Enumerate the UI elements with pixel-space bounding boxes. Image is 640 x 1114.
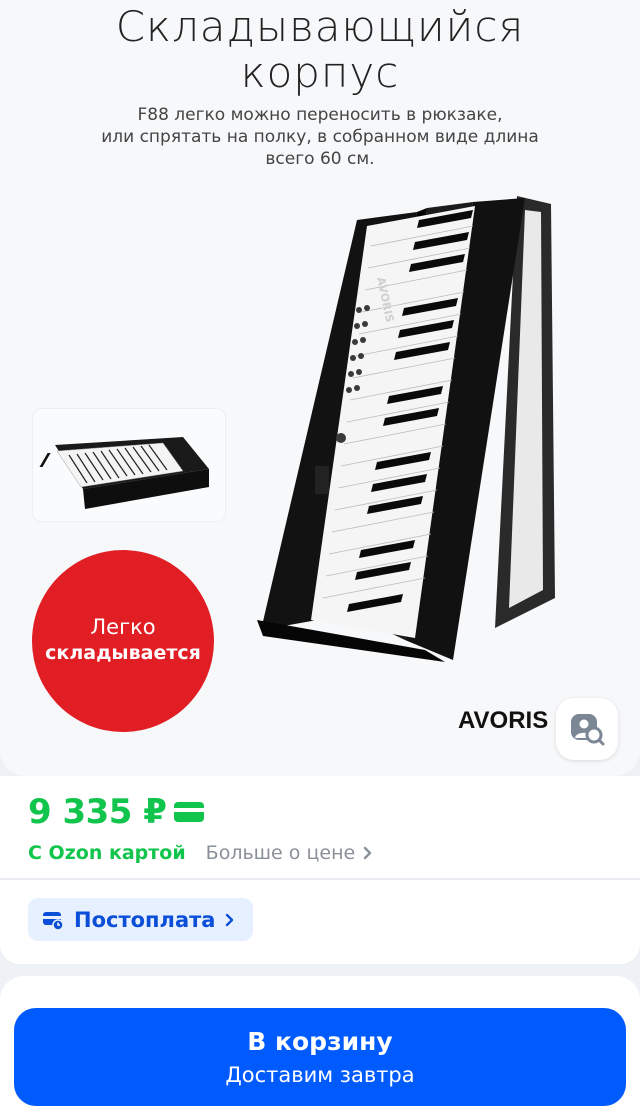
easy-fold-badge: Легко складывается [32,550,214,732]
badge-line2: складывается [45,642,201,664]
add-to-cart-button[interactable]: В корзину Доставим завтра [14,1008,626,1106]
folding-piano-image: AVORIS [257,196,555,662]
small-piano-image [32,408,226,522]
ozon-card-label: С Ozon картой [28,842,186,864]
slide-title-line1: Складывающийся [115,2,525,51]
image-search-button[interactable] [556,698,618,760]
price: 9 335 ₽ [28,792,205,832]
product-image-gallery[interactable]: Складывающийся корпус F88 легко можно пе… [0,0,640,776]
slide-description-line3: всего 60 см. [265,149,375,169]
slide-description-line1: F88 легко можно переносить в рюкзаке, [137,105,503,125]
slide-description: F88 легко можно переносить в рюкзаке, ил… [70,104,570,170]
image-search-icon [571,714,605,746]
postpay-card-icon [43,911,64,930]
more-about-price-link[interactable]: Больше о цене [206,842,374,864]
more-about-price-label: Больше о цене [205,842,356,864]
chevron-right-icon [226,913,234,926]
price-info-line: С Ozon картой Больше о цене [28,842,373,864]
chevron-right-icon [363,846,372,860]
delivery-label: Доставим завтра [225,1063,415,1087]
card-icon [174,802,205,822]
add-to-cart-label: В корзину [247,1027,393,1056]
postpay-label: Постоплата [74,907,216,932]
brand-logo: AVORIS [458,707,549,734]
slide-title-line2: корпус [240,48,400,97]
postpay-button[interactable]: Постоплата [28,898,254,941]
slide-description-line2: или спрятать на полку, в собранном виде … [101,127,539,147]
price-value: 9 335 ₽ [28,792,167,832]
slide-title: Складывающийся корпус [0,4,640,96]
badge-line1: Легко [90,615,156,639]
